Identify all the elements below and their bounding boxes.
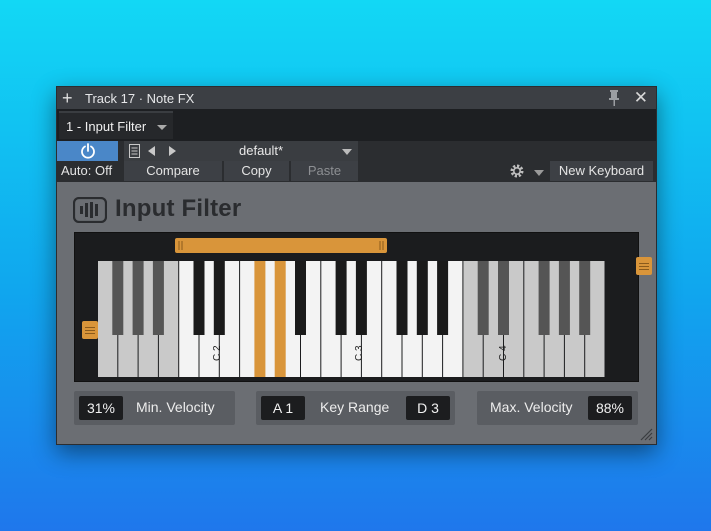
black-key-dsharp3[interactable] bbox=[355, 261, 367, 335]
power-icon bbox=[81, 143, 95, 159]
max-velocity-label: Max. Velocity bbox=[490, 399, 573, 415]
compare-button[interactable]: Compare bbox=[124, 161, 222, 181]
velocity-scroll-handle-left[interactable] bbox=[82, 321, 98, 339]
max-velocity-value[interactable]: 88% bbox=[588, 396, 632, 420]
velocity-scroll-handle-right[interactable] bbox=[636, 257, 652, 275]
presonus-logo-icon bbox=[73, 197, 107, 223]
key-range-high-value[interactable]: D 3 bbox=[406, 396, 450, 420]
black-key-gsharp1[interactable] bbox=[132, 261, 144, 335]
black-key-gsharp3[interactable] bbox=[416, 261, 428, 335]
black-key-fsharp1[interactable] bbox=[112, 261, 124, 335]
close-icon[interactable]: ✕ bbox=[634, 88, 648, 108]
key-range-bar[interactable] bbox=[175, 238, 387, 253]
black-key-asharp4[interactable] bbox=[579, 261, 591, 335]
resize-grip-icon[interactable] bbox=[639, 427, 653, 441]
copy-button[interactable]: Copy bbox=[224, 161, 289, 181]
toolbar: Auto: Off Compare Copy Paste New Keyboar… bbox=[57, 161, 656, 182]
black-key-dsharp2[interactable] bbox=[213, 261, 225, 335]
octave-label-c2: C 2 bbox=[212, 345, 223, 361]
max-velocity-control: Max. Velocity 88% bbox=[477, 391, 638, 425]
black-key-gsharp4[interactable] bbox=[558, 261, 570, 335]
black-key-fsharp4[interactable] bbox=[538, 261, 550, 335]
min-velocity-value[interactable]: 31% bbox=[79, 396, 123, 420]
plugin-title: Input Filter bbox=[115, 195, 242, 222]
preset-selector[interactable]: default* bbox=[124, 141, 358, 161]
chevron-down-icon[interactable] bbox=[342, 149, 352, 155]
tab-bar: 1 - Input Filter bbox=[57, 109, 656, 141]
preset-row: default* bbox=[57, 141, 656, 161]
min-velocity-label: Min. Velocity bbox=[136, 399, 215, 415]
black-key-asharp3[interactable] bbox=[437, 261, 449, 335]
black-key-csharp3[interactable] bbox=[335, 261, 347, 335]
title-bar[interactable]: + Track 17 · Note FX ✕ bbox=[57, 87, 656, 109]
power-button[interactable] bbox=[57, 141, 118, 161]
key-range-label: Key Range bbox=[320, 399, 390, 415]
next-preset-icon[interactable] bbox=[169, 146, 176, 156]
add-icon[interactable]: + bbox=[62, 88, 73, 108]
black-key-csharp2[interactable] bbox=[193, 261, 205, 335]
gear-icon[interactable] bbox=[509, 163, 525, 179]
black-key-csharp4[interactable] bbox=[477, 261, 489, 335]
octave-label-c3: C 3 bbox=[354, 345, 365, 361]
black-key-asharp2[interactable] bbox=[295, 261, 306, 335]
black-key-asharp1[interactable] bbox=[152, 261, 164, 335]
tab-input-filter[interactable]: 1 - Input Filter bbox=[59, 111, 173, 139]
octave-label-c4: C 4 bbox=[498, 345, 509, 361]
black-key-dsharp4[interactable] bbox=[498, 261, 509, 335]
tab-label: 1 - Input Filter bbox=[66, 119, 147, 134]
document-icon[interactable] bbox=[129, 144, 140, 158]
new-keyboard-button[interactable]: New Keyboard bbox=[550, 161, 653, 181]
previous-preset-icon[interactable] bbox=[148, 146, 155, 156]
black-key-gsharp2[interactable] bbox=[274, 261, 286, 377]
chevron-down-icon[interactable] bbox=[157, 125, 167, 130]
key-range-low-value[interactable]: A 1 bbox=[261, 396, 305, 420]
automation-toggle[interactable]: Auto: Off bbox=[61, 163, 112, 178]
preset-name: default* bbox=[239, 143, 284, 158]
chevron-down-icon[interactable] bbox=[534, 170, 544, 176]
note-fx-window: + Track 17 · Note FX ✕ 1 - Input Filter bbox=[56, 86, 657, 445]
window-title: Track 17 · Note FX bbox=[85, 91, 195, 106]
min-velocity-control: 31% Min. Velocity bbox=[74, 391, 235, 425]
black-key-fsharp2[interactable] bbox=[254, 261, 266, 377]
keyboard-panel: C 2 C 3 C 4 bbox=[74, 232, 652, 382]
paste-button[interactable]: Paste bbox=[291, 161, 358, 181]
black-key-fsharp3[interactable] bbox=[396, 261, 408, 335]
key-range-control: A 1 Key Range D 3 bbox=[256, 391, 455, 425]
pin-icon[interactable] bbox=[608, 90, 620, 106]
